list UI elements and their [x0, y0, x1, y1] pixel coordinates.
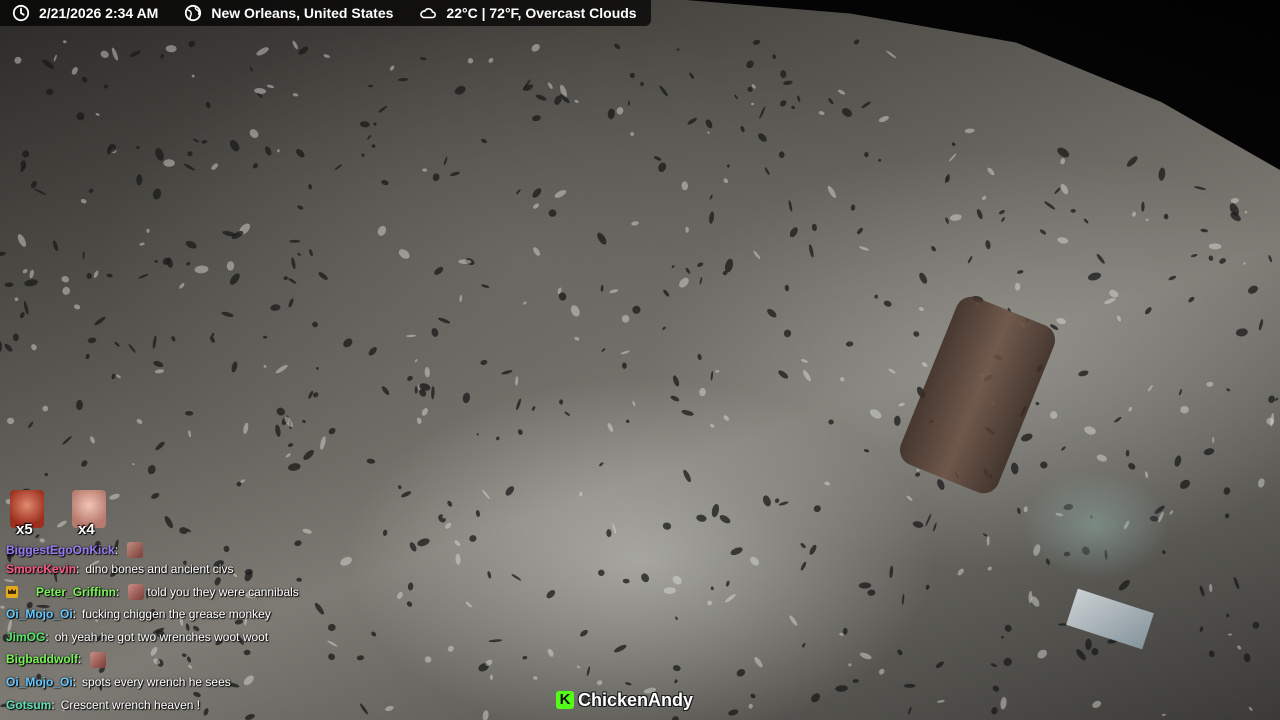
gift-count: x4 — [78, 521, 95, 538]
gifter-badge: x5 — [8, 490, 48, 538]
chat-message: Oi_Mojo_Oi: spots every wrench he sees — [0, 671, 330, 694]
chat-username[interactable]: Peter_Griffinn — [36, 581, 116, 604]
emote-icon — [128, 583, 145, 600]
chat-message: Bigbaddwolf: — [0, 648, 330, 671]
weather-text: 22°C | 72°F, Overcast Clouds — [446, 5, 637, 21]
datetime-text: 2/21/2026 2:34 AM — [39, 5, 159, 21]
chat-text: told you they were cannibals — [147, 584, 299, 599]
chat-username[interactable]: Oi_Mojo_Oi — [6, 671, 73, 694]
chat-separator: : — [76, 562, 80, 576]
crown-icon — [6, 585, 18, 598]
weather-item: 22°C | 72°F, Overcast Clouds — [419, 4, 637, 22]
chat-separator: : — [51, 697, 55, 712]
gift-badges: x5 x4 — [8, 490, 110, 538]
kick-logo-icon: K — [556, 691, 574, 709]
chat-text: oh yeah he got two wrenches woot woot — [54, 629, 269, 644]
chat-message: JimOG: oh yeah he got two wrenches woot w… — [0, 626, 330, 649]
chat-message: Peter_Griffinn: told you they were cannib… — [0, 581, 330, 604]
location-item: New Orleans, United States — [184, 4, 393, 22]
chat-separator: : — [45, 629, 49, 644]
emote-icon — [127, 542, 144, 558]
chat-text: fucking chiggen the grease monkey — [82, 607, 271, 622]
chat-text: spots every wrench he sees — [82, 674, 231, 689]
stream-info-bar: 2/21/2026 2:34 AM New Orleans, United St… — [0, 0, 651, 26]
gift-count: x5 — [16, 521, 33, 538]
chat-username[interactable]: Gotsum — [6, 694, 51, 717]
chat-separator: : — [72, 607, 77, 622]
location-text: New Orleans, United States — [211, 5, 394, 21]
chat-username[interactable]: Bigbaddwolf — [6, 648, 78, 671]
chat-message: SmorcKevin: dino bones and ancient civs — [0, 558, 330, 581]
chat-text: dino bones and ancient civs — [85, 562, 234, 576]
chat-overlay: BiggestEgoOnKick: SmorcKevin: dino bones a… — [0, 542, 330, 716]
datetime-item: 2/21/2026 2:34 AM — [12, 4, 158, 22]
chat-username[interactable]: SmorcKevin — [6, 558, 76, 581]
chat-message: Gotsum: Crescent wrench heaven ! — [0, 694, 330, 717]
chat-message: BiggestEgoOnKick: — [0, 542, 330, 558]
cloud-icon — [419, 4, 437, 22]
moss-patch — [1020, 470, 1170, 580]
channel-watermark: K ChickenAndy — [556, 688, 693, 712]
chat-username[interactable]: BiggestEgoOnKick — [6, 542, 115, 558]
globe-icon — [184, 4, 202, 22]
clock-icon — [12, 4, 30, 22]
chat-separator: : — [114, 543, 119, 557]
emote-icon — [90, 651, 107, 668]
chat-separator: : — [78, 652, 82, 667]
channel-name: ChickenAndy — [578, 689, 694, 710]
chat-separator: : — [116, 584, 120, 599]
chat-username[interactable]: JimOG — [6, 626, 45, 649]
chat-separator: : — [72, 674, 77, 689]
chat-message: Oi_Mojo_Oi: fucking chiggen the grease mo… — [0, 603, 330, 626]
chat-username[interactable]: Oi_Mojo_Oi — [6, 603, 73, 626]
chat-text: Crescent wrench heaven ! — [60, 697, 201, 712]
gifter-badge: x4 — [70, 490, 110, 538]
